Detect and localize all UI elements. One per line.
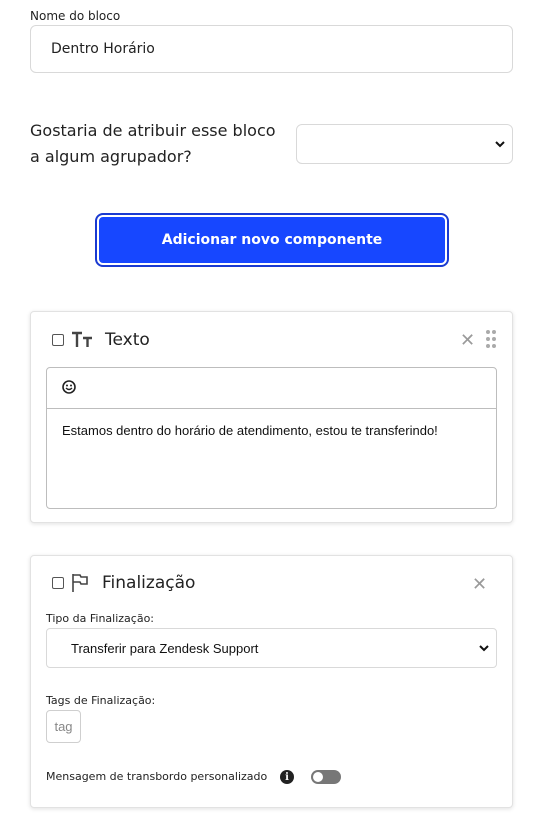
chevron-down-icon [495, 141, 505, 148]
toggle-knob [313, 772, 323, 782]
tags-label: Tags de Finalização: [46, 694, 156, 707]
text-component-card: Texto ✕ Estamos dentro do horário de ate… [30, 311, 513, 523]
type-select-value: Transferir para Zendesk Support [71, 640, 259, 656]
text-type-icon [72, 331, 92, 347]
final-component-card: Finalização ✕ Tipo da Finalização: Trans… [30, 555, 513, 808]
block-name-label: Nome do bloco [30, 9, 121, 23]
text-component-title: Texto [105, 330, 150, 350]
flag-icon [72, 574, 88, 592]
block-name-input[interactable]: Dentro Horário [30, 25, 513, 73]
drag-handle-icon[interactable] [486, 330, 496, 348]
overflow-toggle[interactable] [311, 770, 341, 784]
editor-toolbar [47, 368, 496, 409]
overflow-label: Mensagem de transbordo personalizado [46, 770, 268, 783]
tag-input[interactable]: tag [46, 710, 81, 743]
emoji-icon[interactable] [62, 380, 76, 394]
editor-message: Estamos dentro do horário de atendimento… [62, 423, 438, 438]
final-component-checkbox[interactable] [52, 577, 64, 589]
type-select[interactable]: Transferir para Zendesk Support [46, 628, 497, 668]
group-question: Gostaria de atribuir esse bloco a algum … [30, 121, 276, 166]
chevron-down-icon [479, 645, 489, 652]
info-icon[interactable]: i [280, 770, 294, 784]
close-icon[interactable]: ✕ [460, 331, 475, 349]
group-select[interactable] [296, 124, 513, 164]
final-component-title: Finalização [102, 573, 196, 593]
text-editor[interactable]: Estamos dentro do horário de atendimento… [46, 367, 497, 509]
block-name-value: Dentro Horário [51, 41, 155, 57]
type-label: Tipo da Finalização: [46, 612, 155, 625]
text-component-checkbox[interactable] [52, 334, 64, 346]
add-component-button[interactable]: Adicionar novo componente [95, 213, 449, 267]
tag-placeholder: tag [54, 719, 73, 734]
close-icon[interactable]: ✕ [472, 575, 487, 593]
